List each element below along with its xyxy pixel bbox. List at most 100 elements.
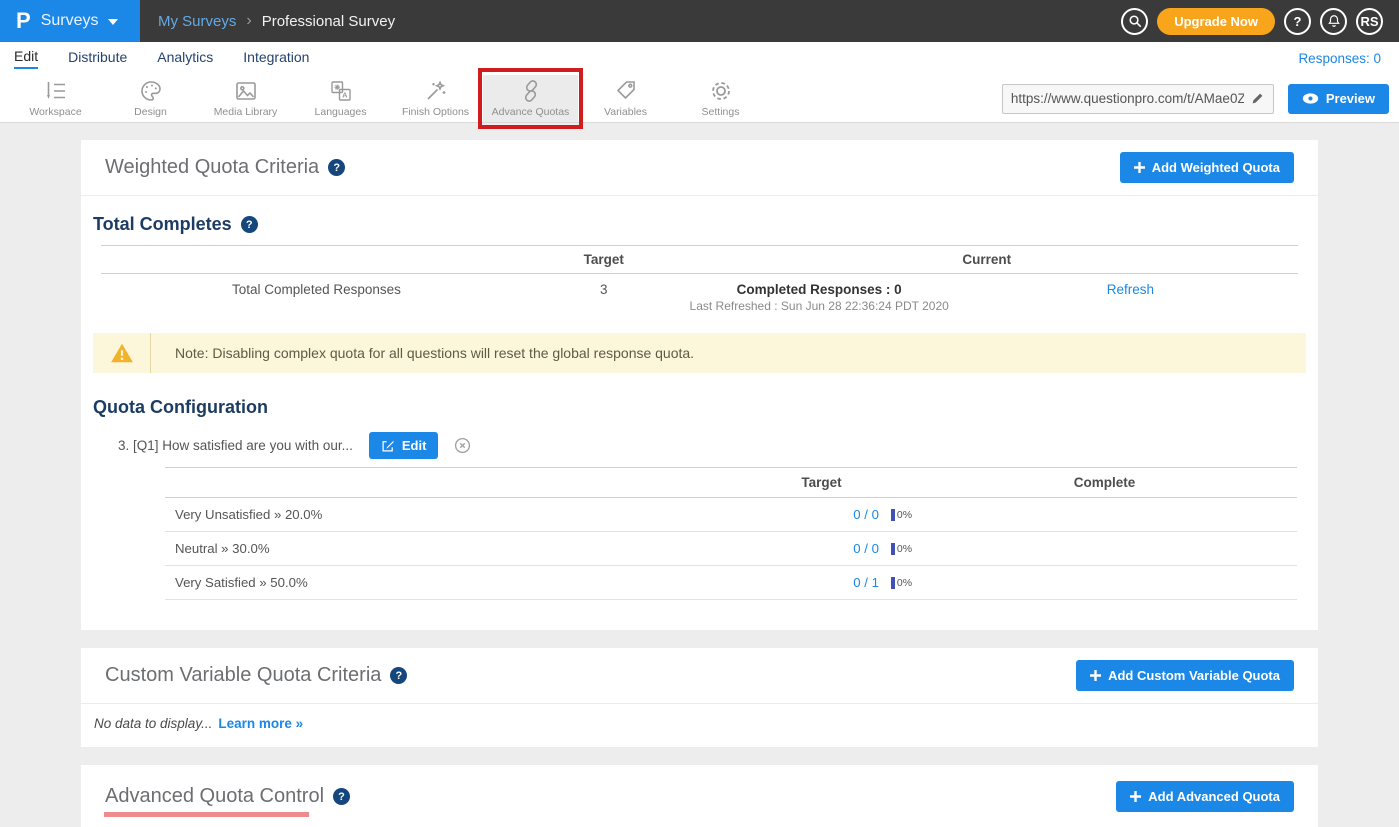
learn-more-link[interactable]: Learn more » bbox=[218, 716, 303, 731]
plus-icon bbox=[1090, 670, 1101, 681]
quota-target-value[interactable]: 0 / 0 bbox=[853, 541, 879, 556]
toolbar-item-media-library[interactable]: Media Library bbox=[198, 75, 293, 122]
survey-url-value: https://www.questionpro.com/t/AMae0Zgn bbox=[1011, 91, 1244, 106]
survey-url-field[interactable]: https://www.questionpro.com/t/AMae0Zgn bbox=[1002, 84, 1274, 114]
advanced-quota-card: Advanced Quota Control ? Add Advanced Qu… bbox=[81, 765, 1318, 827]
toolbar-item-label: Finish Options bbox=[402, 106, 469, 118]
remove-quota-icon[interactable] bbox=[454, 437, 471, 454]
advanced-quota-title: Advanced Quota Control ? bbox=[105, 785, 350, 808]
upgrade-now-button[interactable]: Upgrade Now bbox=[1157, 8, 1275, 35]
notifications-button[interactable] bbox=[1320, 8, 1347, 35]
search-icon bbox=[1128, 14, 1142, 28]
languages-icon: A bbox=[329, 79, 353, 103]
add-custom-variable-quota-button[interactable]: Add Custom Variable Quota bbox=[1076, 660, 1294, 691]
section-nav: Edit Distribute Analytics Integration Re… bbox=[0, 42, 1399, 75]
completed-responses-value: Completed Responses : 0 bbox=[676, 282, 963, 297]
column-header-current: Current bbox=[676, 252, 1298, 267]
plus-icon bbox=[1130, 791, 1141, 802]
responses-count: Responses: 0 bbox=[1298, 51, 1385, 66]
toolbar-item-label: Design bbox=[134, 106, 167, 118]
add-weighted-quota-button[interactable]: Add Weighted Quota bbox=[1120, 152, 1294, 183]
red-underline-annotation bbox=[104, 812, 309, 817]
toolbar-item-workspace[interactable]: Workspace bbox=[8, 75, 103, 122]
avatar[interactable]: RS bbox=[1356, 8, 1383, 35]
plus-icon bbox=[1134, 162, 1145, 173]
refresh-link[interactable]: Refresh bbox=[1107, 282, 1154, 297]
column-header-target: Target bbox=[731, 475, 912, 490]
eye-icon bbox=[1302, 92, 1319, 105]
help-icon[interactable]: ? bbox=[390, 667, 407, 684]
quota-configuration-title: Quota Configuration bbox=[93, 397, 1306, 418]
warning-note-banner: Note: Disabling complex quota for all qu… bbox=[93, 333, 1306, 373]
product-label: Surveys bbox=[41, 12, 99, 30]
row-label: Total Completed Responses bbox=[101, 282, 532, 313]
chevron-right-icon: › bbox=[246, 12, 251, 30]
progress-bar bbox=[891, 509, 895, 521]
toolbar-item-settings[interactable]: Settings bbox=[673, 75, 768, 122]
toolbar-item-variables[interactable]: Variables bbox=[578, 75, 673, 122]
settings-icon bbox=[709, 79, 733, 103]
last-refreshed-timestamp: Last Refreshed : Sun Jun 28 22:36:24 PDT… bbox=[676, 299, 963, 313]
toolbar-item-label: Advance Quotas bbox=[492, 106, 570, 118]
custom-variable-quota-card: Custom Variable Quota Criteria ? Add Cus… bbox=[81, 648, 1318, 747]
preview-label: Preview bbox=[1326, 91, 1375, 106]
surveys-menu[interactable]: P Surveys bbox=[0, 0, 140, 42]
top-bar: P Surveys My Surveys › Professional Surv… bbox=[0, 0, 1399, 42]
help-icon[interactable]: ? bbox=[333, 788, 350, 805]
edit-toolbar: Workspace Design Media Library A Languag… bbox=[0, 75, 1399, 123]
quota-percent: 0% bbox=[897, 577, 912, 589]
total-completes-title: Total Completes ? bbox=[93, 214, 1306, 235]
quota-percent: 0% bbox=[897, 509, 912, 521]
quota-row-label: Neutral » 30.0% bbox=[165, 541, 731, 556]
breadcrumb-my-surveys[interactable]: My Surveys bbox=[158, 13, 236, 30]
quota-target-value[interactable]: 0 / 0 bbox=[853, 507, 879, 522]
weighted-quota-card: Weighted Quota Criteria ? Add Weighted Q… bbox=[81, 140, 1318, 630]
variables-icon bbox=[614, 79, 638, 103]
search-button[interactable] bbox=[1121, 8, 1148, 35]
toolbar-item-label: Settings bbox=[702, 106, 740, 118]
table-row: Total Completed Responses 3 Completed Re… bbox=[101, 274, 1298, 323]
toolbar-item-design[interactable]: Design bbox=[103, 75, 198, 122]
progress-bar bbox=[891, 543, 895, 555]
quota-row-label: Very Unsatisfied » 20.0% bbox=[165, 507, 731, 522]
table-row: Neutral » 30.0% 0 / 0 0% bbox=[165, 532, 1297, 566]
media-library-icon bbox=[234, 79, 258, 103]
quota-question-row: 3. [Q1] How satisfied are you with our..… bbox=[118, 432, 1306, 459]
toolbar-item-finish-options[interactable]: Finish Options bbox=[388, 75, 483, 122]
help-button[interactable]: ? bbox=[1284, 8, 1311, 35]
tab-analytics[interactable]: Analytics bbox=[157, 49, 213, 68]
help-icon[interactable]: ? bbox=[241, 216, 258, 233]
tab-edit[interactable]: Edit bbox=[14, 48, 38, 69]
add-advanced-quota-button[interactable]: Add Advanced Quota bbox=[1116, 781, 1294, 812]
design-icon bbox=[139, 79, 163, 103]
total-completes-table: Target Current Total Completed Responses… bbox=[101, 245, 1298, 323]
main-content: Weighted Quota Criteria ? Add Weighted Q… bbox=[0, 124, 1399, 827]
breadcrumb: My Surveys › Professional Survey Upgrade… bbox=[140, 0, 1399, 42]
help-icon[interactable]: ? bbox=[328, 159, 345, 176]
column-header-complete: Complete bbox=[912, 475, 1297, 490]
edit-url-pencil-icon[interactable] bbox=[1250, 91, 1265, 106]
weighted-quota-title: Weighted Quota Criteria ? bbox=[105, 156, 345, 179]
tab-integration[interactable]: Integration bbox=[243, 49, 309, 68]
questionpro-logo: P bbox=[16, 10, 31, 32]
preview-button[interactable]: Preview bbox=[1288, 84, 1389, 114]
progress-bar bbox=[891, 577, 895, 589]
toolbar-item-label: Variables bbox=[604, 106, 647, 118]
edit-quota-button[interactable]: Edit bbox=[369, 432, 439, 459]
svg-text:A: A bbox=[342, 91, 348, 100]
edit-square-icon bbox=[381, 439, 395, 453]
table-row: Very Unsatisfied » 20.0% 0 / 0 0% bbox=[165, 498, 1297, 532]
toolbar-item-label: Languages bbox=[315, 106, 367, 118]
toolbar-item-languages[interactable]: A Languages bbox=[293, 75, 388, 122]
advance-quotas-icon bbox=[519, 79, 543, 103]
quota-row-label: Very Satisfied » 50.0% bbox=[165, 575, 731, 590]
target-value: 3 bbox=[532, 282, 676, 313]
toolbar-item-label: Workspace bbox=[29, 106, 81, 118]
warning-triangle-icon bbox=[110, 342, 134, 364]
toolbar-item-advance-quotas[interactable]: Advance Quotas bbox=[483, 75, 578, 122]
breadcrumb-survey-name: Professional Survey bbox=[262, 13, 395, 30]
workspace-icon bbox=[44, 79, 68, 103]
quota-target-value[interactable]: 0 / 1 bbox=[853, 575, 879, 590]
tab-distribute[interactable]: Distribute bbox=[68, 49, 127, 68]
warning-note-text: Note: Disabling complex quota for all qu… bbox=[151, 345, 694, 361]
